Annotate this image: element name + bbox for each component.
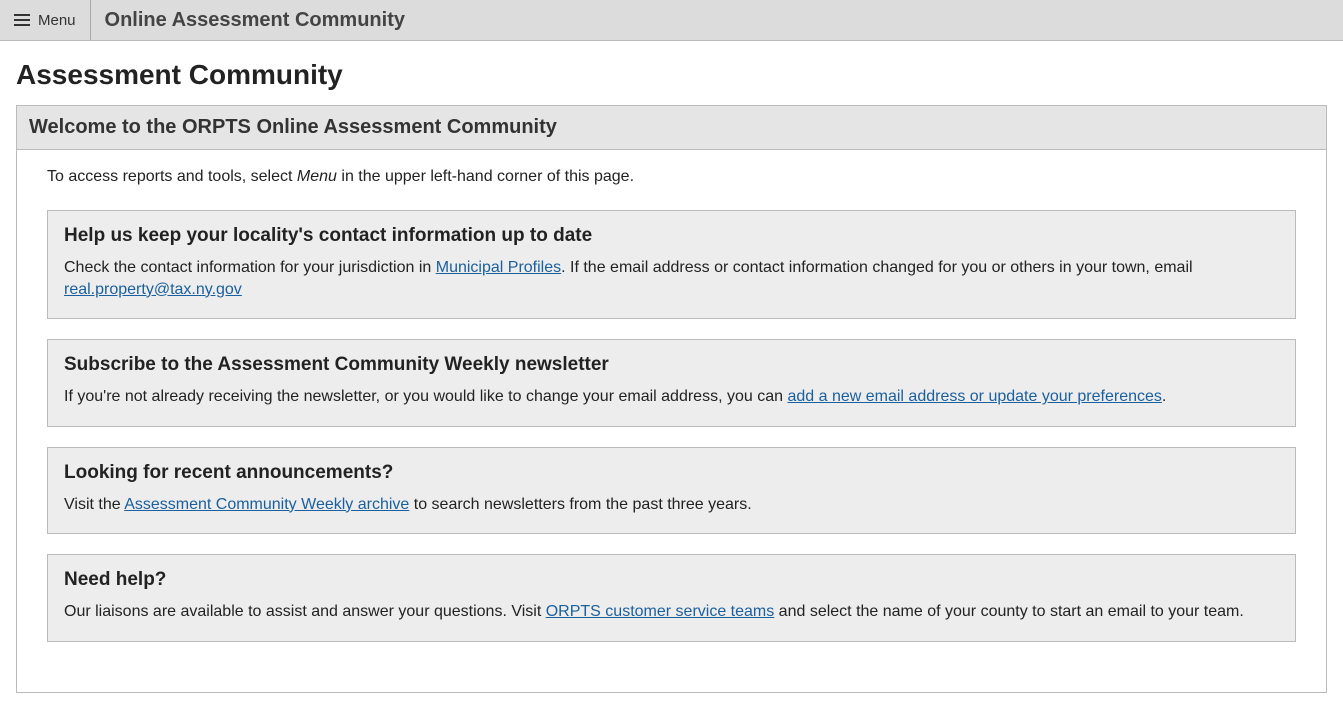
box-title: Need help? [64, 569, 1279, 591]
text: and select the name of your county to st… [774, 603, 1244, 620]
box-body: Check the contact information for your j… [64, 257, 1279, 300]
box-contact-info: Help us keep your locality's contact inf… [47, 210, 1296, 319]
menu-button[interactable]: Menu [0, 0, 91, 40]
text: . [1162, 388, 1166, 405]
page-title: Assessment Community [16, 59, 1327, 91]
box-announcements: Looking for recent announcements? Visit … [47, 447, 1296, 535]
link-customer-service[interactable]: ORPTS customer service teams [546, 603, 775, 620]
welcome-panel: Welcome to the ORPTS Online Assessment C… [16, 105, 1327, 693]
link-weekly-archive[interactable]: Assessment Community Weekly archive [124, 496, 409, 513]
box-subscribe: Subscribe to the Assessment Community We… [47, 339, 1296, 427]
box-body: Visit the Assessment Community Weekly ar… [64, 494, 1279, 516]
site-title: Online Assessment Community [91, 0, 405, 40]
box-need-help: Need help? Our liaisons are available to… [47, 554, 1296, 642]
intro-emph: Menu [297, 168, 337, 185]
intro-pre: To access reports and tools, select [47, 168, 297, 185]
box-body: If you're not already receiving the news… [64, 386, 1279, 408]
text: Visit the [64, 496, 124, 513]
text: Check the contact information for your j… [64, 259, 436, 276]
topbar: Menu Online Assessment Community [0, 0, 1343, 41]
box-title: Help us keep your locality's contact inf… [64, 225, 1279, 247]
box-body: Our liaisons are available to assist and… [64, 601, 1279, 623]
link-update-preferences[interactable]: add a new email address or update your p… [787, 388, 1161, 405]
text: to search newsletters from the past thre… [409, 496, 751, 513]
text: Our liaisons are available to assist and… [64, 603, 546, 620]
text: If you're not already receiving the news… [64, 388, 787, 405]
intro-text: To access reports and tools, select Menu… [47, 168, 1296, 186]
menu-button-label: Menu [38, 12, 76, 29]
box-title: Subscribe to the Assessment Community We… [64, 354, 1279, 376]
link-real-property-email[interactable]: real.property@tax.ny.gov [64, 281, 242, 298]
panel-header: Welcome to the ORPTS Online Assessment C… [17, 106, 1326, 150]
link-municipal-profiles[interactable]: Municipal Profiles [436, 259, 561, 276]
box-title: Looking for recent announcements? [64, 462, 1279, 484]
intro-post: in the upper left-hand corner of this pa… [337, 168, 634, 185]
panel-body: To access reports and tools, select Menu… [17, 150, 1326, 692]
hamburger-icon [14, 14, 30, 26]
text: . If the email address or contact inform… [561, 259, 1192, 276]
